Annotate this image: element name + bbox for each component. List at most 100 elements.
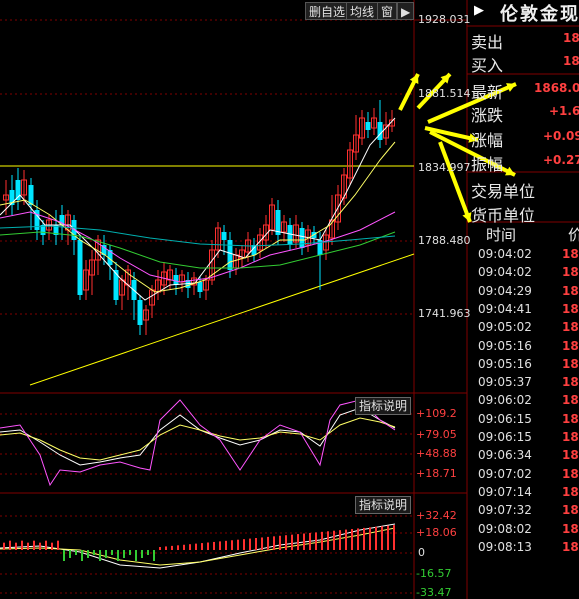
trade-price: 186 — [562, 247, 579, 261]
delete-watchlist-button[interactable]: 删自选 — [305, 2, 350, 20]
price-axis-label: 1834.997 — [418, 161, 471, 174]
trade-unit-label: 交易单位 — [471, 182, 536, 201]
macd-dea-line — [0, 527, 396, 566]
trade-price: 186 — [562, 338, 579, 353]
trade-price: 186 — [562, 320, 579, 335]
trade-row: 09:08:13 186 — [478, 539, 579, 558]
trade-row: 09:06:34 186 — [478, 448, 579, 466]
trade-time: 09:06:15 — [478, 430, 532, 444]
ma30-line — [0, 231, 396, 269]
kdj-axis-label: +109.2 — [416, 407, 457, 420]
change-percent-label: 涨幅 — [471, 131, 504, 150]
candle-body-down — [173, 275, 179, 285]
kdj-indicator-help-button[interactable]: 指标说明 — [355, 397, 412, 415]
trade-row: 09:06:15 186 — [478, 430, 579, 448]
amplitude-label: 振幅 — [471, 155, 504, 174]
trade-row: 09:06:02 186 — [478, 393, 579, 411]
latest-value: 1868.0 — [534, 81, 579, 95]
trade-price: 186 — [562, 484, 579, 499]
trade-price: 186 — [562, 356, 579, 371]
trade-row: 09:05:16 186 — [478, 356, 579, 375]
trade-time: 09:06:02 — [478, 393, 532, 408]
sell-label: 卖出 — [471, 33, 504, 52]
trade-price: 186 — [562, 411, 579, 426]
expand-arrow-button[interactable]: ▶ — [397, 2, 415, 20]
trade-time: 09:08:13 — [478, 539, 532, 554]
macd-axis-label: +32.42 — [416, 509, 457, 522]
macd-axis-label: -33.47 — [416, 586, 452, 599]
trades-price-header: 价 — [568, 226, 579, 244]
trade-row: 09:06:15 186 — [478, 411, 579, 430]
trade-row: 09:04:02 186 — [478, 265, 579, 283]
trade-time: 09:04:41 — [478, 301, 532, 316]
kdj-j-line — [0, 399, 396, 487]
trade-time: 09:05:16 — [478, 338, 532, 353]
candle-body-down — [287, 225, 293, 245]
trade-row: 09:07:02 186 — [478, 466, 579, 485]
kdj-axis-label: +48.88 — [416, 447, 457, 460]
currency-unit-label: 货币单位 — [471, 206, 536, 225]
moving-average-button[interactable]: 均线 — [346, 2, 379, 20]
candle-body-down — [113, 270, 119, 300]
trade-time: 09:04:02 — [478, 247, 532, 261]
change-percent-value: +0.09 — [543, 129, 579, 143]
price-axis-label: 1928.031 — [418, 13, 471, 26]
annotation-arrow — [438, 141, 472, 223]
trade-price: 186 — [562, 393, 579, 408]
kdj-axis-label: +79.05 — [416, 428, 457, 441]
trade-time: 09:06:34 — [478, 448, 532, 463]
trade-price: 186 — [562, 265, 579, 280]
candle-body-down — [227, 240, 233, 270]
trade-time: 09:08:02 — [478, 521, 532, 536]
trade-time: 09:04:02 — [478, 265, 532, 280]
trade-row: 09:05:16 186 — [478, 338, 579, 357]
kdj-k-line — [0, 407, 396, 466]
change-label: 涨跌 — [471, 106, 504, 125]
trade-price: 186 — [562, 521, 579, 536]
change-value: +1.6 — [549, 104, 579, 118]
trade-row: 09:05:02 186 — [478, 320, 579, 338]
trade-price: 186 — [562, 466, 579, 481]
trade-price: 186 — [562, 301, 579, 316]
price-axis-label: 1788.480 — [418, 234, 471, 247]
latest-label: 最新 — [471, 83, 504, 102]
candle-body-down — [137, 300, 143, 325]
indicator-lines — [0, 399, 396, 569]
candle-body-down — [377, 122, 383, 140]
macd-axis-label: +18.06 — [416, 526, 457, 539]
trade-time: 09:07:32 — [478, 503, 532, 518]
kdj-axis-label: +18.71 — [416, 467, 457, 480]
macd-axis-label: -16.57 — [416, 567, 452, 580]
trade-time: 09:07:14 — [478, 484, 532, 499]
trade-price: 186 — [562, 430, 579, 444]
candle-body-down — [365, 122, 371, 130]
candle-body-down — [197, 282, 203, 292]
trade-row: 09:04:29 186 — [478, 284, 579, 302]
instrument-title: 伦敦金现 — [500, 4, 579, 25]
buy-value: 18 — [563, 54, 579, 68]
trades-time-header: 时间 — [486, 226, 517, 244]
trade-time: 09:05:02 — [478, 320, 532, 335]
trade-price: 186 — [562, 375, 579, 390]
trade-price: 186 — [562, 283, 579, 298]
macd-indicator-help-button[interactable]: 指标说明 — [355, 496, 412, 514]
trade-price: 186 — [562, 539, 579, 554]
macd-axis-label: 0 — [418, 546, 425, 559]
trade-time: 09:06:15 — [478, 411, 532, 426]
trade-time: 09:05:37 — [478, 375, 532, 390]
trade-time: 09:07:02 — [478, 466, 532, 481]
collapse-arrow-icon[interactable]: ▶ — [474, 3, 484, 18]
trade-price: 186 — [562, 448, 579, 463]
candle-body-down — [77, 240, 83, 295]
ma60-line — [0, 225, 396, 247]
buy-label: 买入 — [471, 56, 504, 75]
candle-body-down — [221, 232, 227, 240]
window-button[interactable]: 窗 — [377, 2, 398, 20]
trade-row: 09:08:02 186 — [478, 521, 579, 540]
macd-dif-line — [0, 523, 396, 569]
trade-time: 09:05:16 — [478, 356, 532, 371]
trade-row: 09:07:32 186 — [478, 503, 579, 521]
trade-row: 09:04:02 186 — [478, 247, 579, 265]
trade-row: 09:04:41 186 — [478, 301, 579, 320]
sell-value: 18 — [563, 31, 579, 45]
